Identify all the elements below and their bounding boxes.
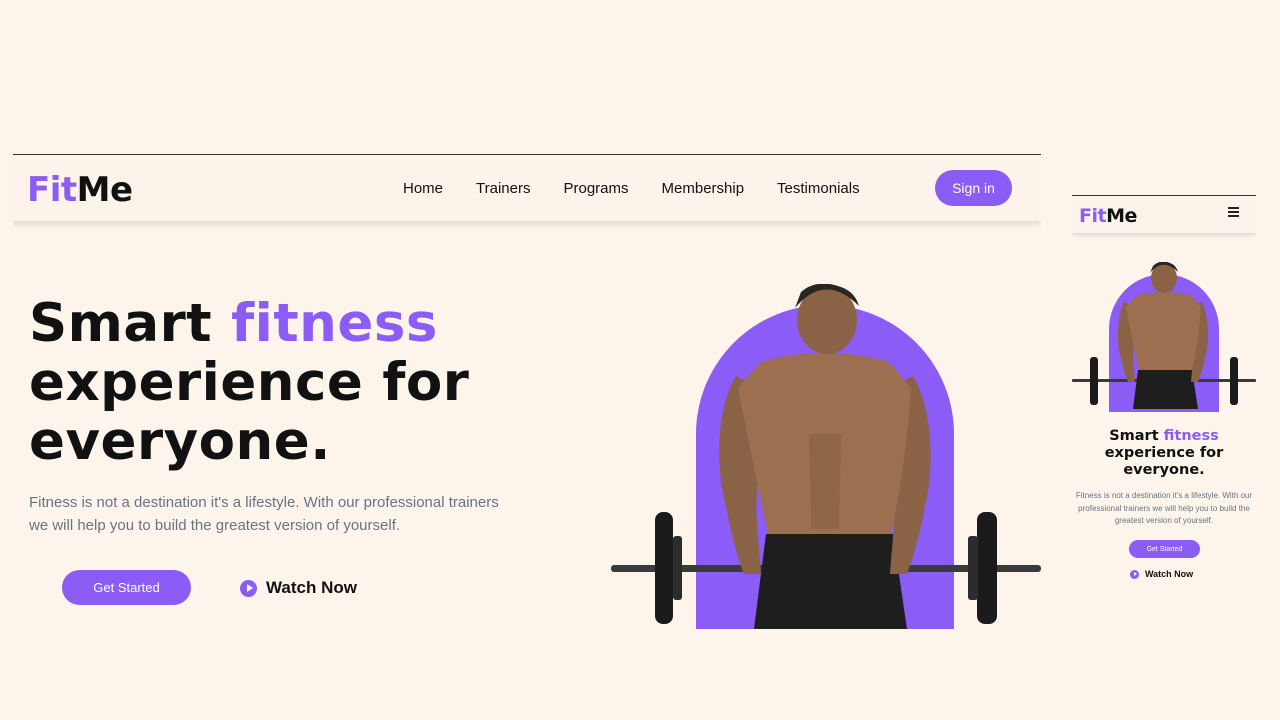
nav-home[interactable]: Home <box>403 180 443 197</box>
mobile-headline-line3: everyone. <box>1123 462 1205 478</box>
mobile-athlete-torso <box>1126 292 1201 370</box>
headline-line3: everyone. <box>29 411 331 472</box>
athlete-shorts <box>754 534 907 629</box>
mobile-hero-description: Fitness is not a destination it's a life… <box>1075 491 1253 525</box>
mobile-hero-athlete-image <box>1072 262 1256 412</box>
right-plate-inner <box>968 536 978 600</box>
mobile-headline-smart: Smart <box>1109 428 1164 444</box>
mobile-right-plate <box>1230 357 1238 405</box>
logo[interactable]: FitMe <box>27 170 133 210</box>
mobile-preview: FitMe Smart fitness experience for every… <box>1072 195 1256 605</box>
watch-now-label: Watch Now <box>266 578 357 597</box>
left-plate-inner <box>673 536 682 600</box>
nav-links: Home Trainers Programs Membership Testim… <box>403 180 893 197</box>
desktop-preview: FitMe Home Trainers Programs Membership … <box>13 154 1041 648</box>
signin-button[interactable]: Sign in <box>935 170 1012 206</box>
mobile-watch-now-label: Watch Now <box>1145 569 1194 579</box>
play-icon <box>240 579 257 597</box>
nav-testimonials[interactable]: Testimonials <box>777 180 860 197</box>
mobile-headline-line2: experience for <box>1104 445 1224 461</box>
right-plate-outer <box>977 512 997 624</box>
headline-smart: Smart <box>29 293 232 354</box>
headline-line2: experience for <box>29 352 470 413</box>
nav-membership[interactable]: Membership <box>662 180 745 197</box>
mobile-logo-fit: Fit <box>1079 205 1107 227</box>
mobile-play-icon <box>1130 569 1139 579</box>
mobile-left-plate <box>1090 357 1098 405</box>
mobile-headline-fitness: fitness <box>1163 428 1219 444</box>
logo-fit: Fit <box>27 170 77 210</box>
navbar: FitMe Home Trainers Programs Membership … <box>13 154 1041 221</box>
mobile-watch-now-button[interactable]: Watch Now <box>1130 569 1193 579</box>
left-plate-outer <box>655 512 673 624</box>
mobile-logo[interactable]: FitMe <box>1079 205 1137 227</box>
hero-athlete-image <box>611 284 1041 629</box>
nav-programs[interactable]: Programs <box>563 180 628 197</box>
nav-trainers[interactable]: Trainers <box>476 180 530 197</box>
watch-now-button[interactable]: Watch Now <box>240 578 357 598</box>
mobile-navbar: FitMe <box>1072 195 1256 233</box>
hero-headline: Smart fitness experience for everyone. <box>29 294 469 471</box>
mobile-athlete-shorts <box>1133 370 1198 409</box>
hamburger-menu-icon[interactable] <box>1228 207 1239 218</box>
hero-description: Fitness is not a destination it's a life… <box>29 494 499 534</box>
mobile-hero-headline: Smart fitness experience for everyone. <box>1072 428 1256 479</box>
headline-fitness: fitness <box>231 293 438 354</box>
mobile-get-started-button[interactable]: Get Started <box>1129 540 1200 558</box>
get-started-button[interactable]: Get Started <box>62 570 191 605</box>
athlete-abs-shadow <box>809 434 841 529</box>
mobile-logo-me: Me <box>1106 205 1137 227</box>
logo-me: Me <box>76 170 133 210</box>
